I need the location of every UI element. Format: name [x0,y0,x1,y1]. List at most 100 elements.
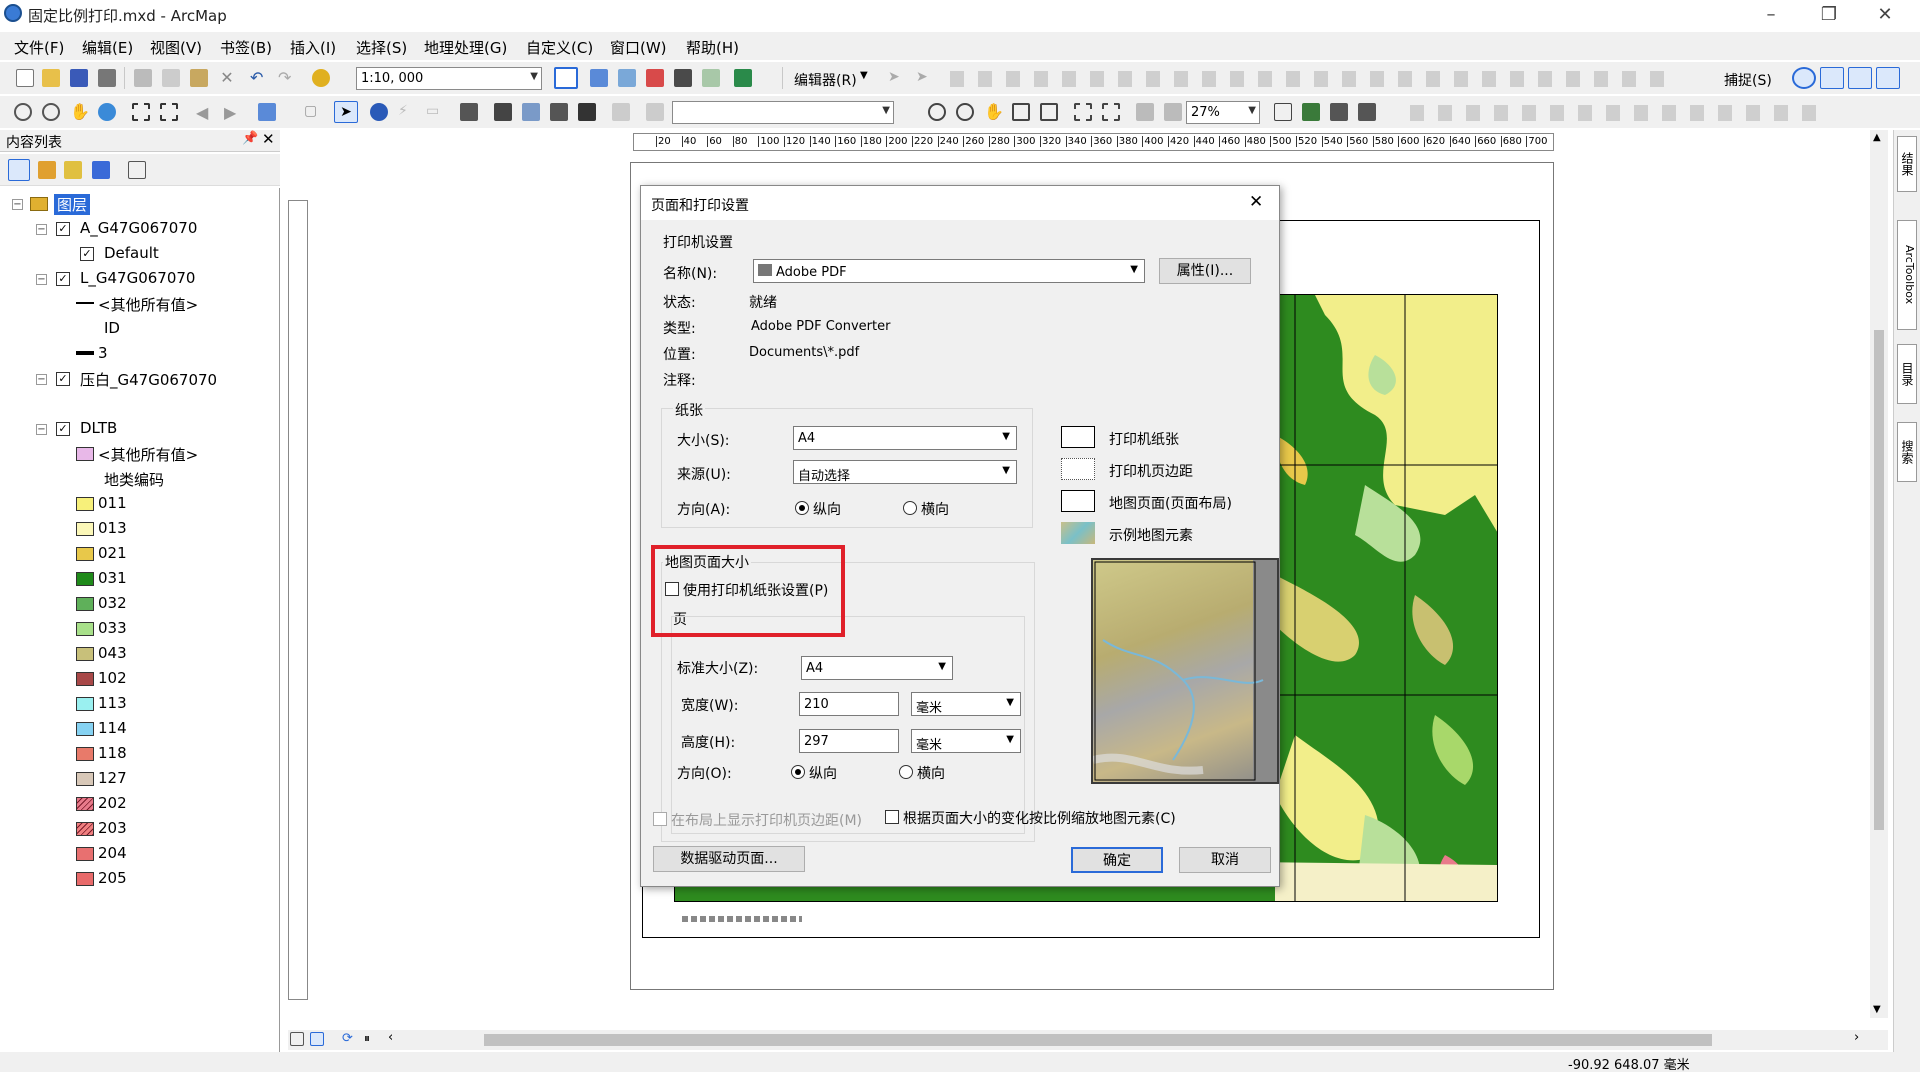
layout-fixed-in-icon[interactable] [1074,103,1092,121]
layer-visibility-checkbox[interactable]: ✓ [56,222,70,236]
hyperlink-icon[interactable]: ⚡ [398,103,416,121]
full-extent-icon[interactable] [98,103,116,121]
legend-swatch[interactable] [76,497,94,511]
collapse-icon[interactable]: − [36,374,47,385]
back-extent-icon[interactable] [1136,103,1154,121]
search-tab[interactable]: 搜索 [1897,422,1917,482]
layer-combo[interactable]: ▼ [672,101,894,124]
menu-file[interactable]: 文件(F) [14,37,64,58]
layer-a-label[interactable]: A_G47G067070 [80,219,197,237]
editor-toolbar-icon[interactable] [554,67,578,89]
identify-icon[interactable] [370,103,388,121]
show-margins-checkbox[interactable] [653,812,667,826]
legend-swatch[interactable] [76,647,94,661]
catalog-icon[interactable] [590,69,608,87]
layer-l-label[interactable]: L_G47G067070 [80,269,195,287]
pan-icon[interactable]: ✋ [70,103,90,121]
edit-tool-icon[interactable]: ➤ [888,69,906,87]
menu-geoprocessing[interactable]: 地理处理(G) [424,37,507,58]
zoom-in-icon[interactable] [14,103,32,121]
height-input[interactable]: 297 [799,729,899,753]
print-icon[interactable] [98,69,116,87]
forward-extent-icon[interactable] [1164,103,1182,121]
class-checkbox[interactable]: ✓ [80,247,94,261]
new-document-icon[interactable] [16,69,34,87]
zoom-percent-combo[interactable]: 27% ▼ [1186,101,1260,124]
collapse-icon[interactable]: − [36,274,47,285]
paper-landscape-radio[interactable] [903,501,917,515]
arctoolbox-tab[interactable]: ArcToolbox [1897,220,1917,330]
printer-name-select[interactable]: Adobe PDF ▼ [753,259,1145,283]
html-popup-icon[interactable]: ▭ [426,103,444,121]
end-snap-icon[interactable] [1820,67,1844,89]
add-data-icon[interactable] [312,69,330,87]
cut-icon[interactable] [134,69,152,87]
layers-root-label[interactable]: 图层 [54,194,91,215]
legend-swatch[interactable] [76,547,94,561]
height-unit-select[interactable]: 毫米 ▼ [911,729,1021,753]
vertex-snap-icon[interactable] [1848,67,1872,89]
forward-icon[interactable]: ▶ [224,103,242,122]
toggle-draft-icon[interactable] [1274,103,1292,121]
scroll-up-icon[interactable]: ▲ [1873,132,1881,143]
zoom-100-icon[interactable] [1040,103,1058,121]
page-portrait-radio[interactable] [791,765,805,779]
list-by-visibility-icon[interactable] [64,161,82,179]
collapse-icon[interactable]: − [36,224,47,235]
menu-window[interactable]: 窗口(W) [610,37,667,58]
pin-icon[interactable]: 📌 [242,131,258,146]
width-input[interactable]: 210 [799,692,899,716]
legend-swatch[interactable] [76,772,94,786]
menu-selection[interactable]: 选择(S) [356,37,407,58]
point-snap-icon[interactable] [1792,67,1816,89]
data-driven-pages-icon[interactable] [1358,103,1376,121]
map-scale-combo[interactable]: 1:10, 000 ▼ [356,67,542,90]
catalog-tab[interactable]: 目录 [1897,344,1917,404]
standard-size-select[interactable]: A4 ▼ [801,656,953,680]
find-icon[interactable] [494,103,512,121]
scroll-left-icon[interactable]: ‹ [388,1030,393,1045]
horizontal-scroll-thumb[interactable] [484,1034,1712,1046]
menu-insert[interactable]: 插入(I) [290,37,336,58]
list-by-source-icon[interactable] [38,161,56,179]
legend-swatch[interactable] [76,447,94,461]
layer-yabai-label[interactable]: 压白_G47G067070 [80,369,217,390]
paper-portrait-radio[interactable] [795,501,809,515]
results-tab[interactable]: 结果 [1897,136,1917,192]
legend-swatch[interactable] [76,697,94,711]
save-icon[interactable] [70,69,88,87]
pause-drawing-icon[interactable]: ⏸ [364,1031,370,1046]
editor-menu[interactable]: 编辑器(R) [794,70,857,90]
layout-fixed-out-icon[interactable] [1102,103,1120,121]
scroll-down-icon[interactable]: ▼ [1873,1004,1881,1015]
layout-zoom-out-icon[interactable] [956,103,974,121]
open-icon[interactable] [42,69,60,87]
menu-help[interactable]: 帮助(H) [686,37,739,58]
fixed-zoom-in-icon[interactable] [132,103,150,121]
data-view-icon[interactable] [290,1032,304,1046]
legend-swatch[interactable] [76,622,94,636]
layout-view-icon[interactable] [310,1032,324,1046]
menu-customize[interactable]: 自定义(C) [526,37,593,58]
legend-swatch[interactable] [76,797,94,811]
georef-icon[interactable] [646,103,664,121]
legend-swatch[interactable] [76,522,94,536]
legend-swatch[interactable] [76,597,94,611]
measure-icon[interactable] [460,103,478,121]
layer-visibility-checkbox[interactable]: ✓ [56,422,70,436]
legend-swatch[interactable] [76,847,94,861]
snapping-menu[interactable]: 捕捉(S) [1724,70,1772,90]
back-icon[interactable]: ◀ [196,103,214,122]
vertical-scroll-thumb[interactable] [1874,330,1884,830]
legend-swatch[interactable] [76,722,94,736]
layer-dltb-label[interactable]: DLTB [80,419,117,437]
ok-button[interactable]: 确定 [1071,847,1163,873]
edit-annotation-icon[interactable]: ➤ [916,69,934,87]
legend-swatch[interactable] [76,872,94,886]
minimize-button[interactable]: – [1748,2,1794,28]
legend-swatch[interactable] [76,572,94,586]
restore-button[interactable]: ❐ [1806,2,1852,28]
zoom-whole-page-icon[interactable] [1012,103,1030,121]
toc-window-icon[interactable] [618,69,636,87]
edge-snap-icon[interactable] [1876,67,1900,89]
